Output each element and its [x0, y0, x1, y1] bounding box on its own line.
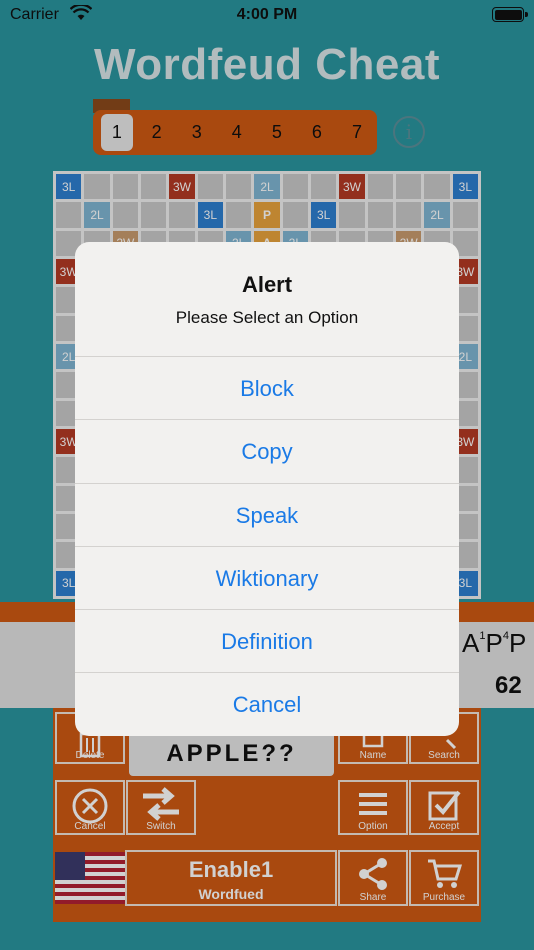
alert-dialog: Alert Please Select an Option Block Copy… — [75, 242, 459, 736]
alert-message: Please Select an Option — [175, 308, 359, 327]
alert-speak-button[interactable]: Speak — [75, 482, 459, 546]
alert-definition-button[interactable]: Definition — [75, 609, 459, 672]
alert-cancel-button[interactable]: Cancel — [75, 672, 459, 735]
alert-copy-button[interactable]: Copy — [75, 419, 459, 482]
alert-title: Alert — [241, 272, 293, 297]
alert-block-button[interactable]: Block — [75, 356, 459, 419]
alert-wiktionary-button[interactable]: Wiktionary — [75, 545, 459, 609]
alert-header: Alert Please Select an Option — [75, 242, 459, 356]
